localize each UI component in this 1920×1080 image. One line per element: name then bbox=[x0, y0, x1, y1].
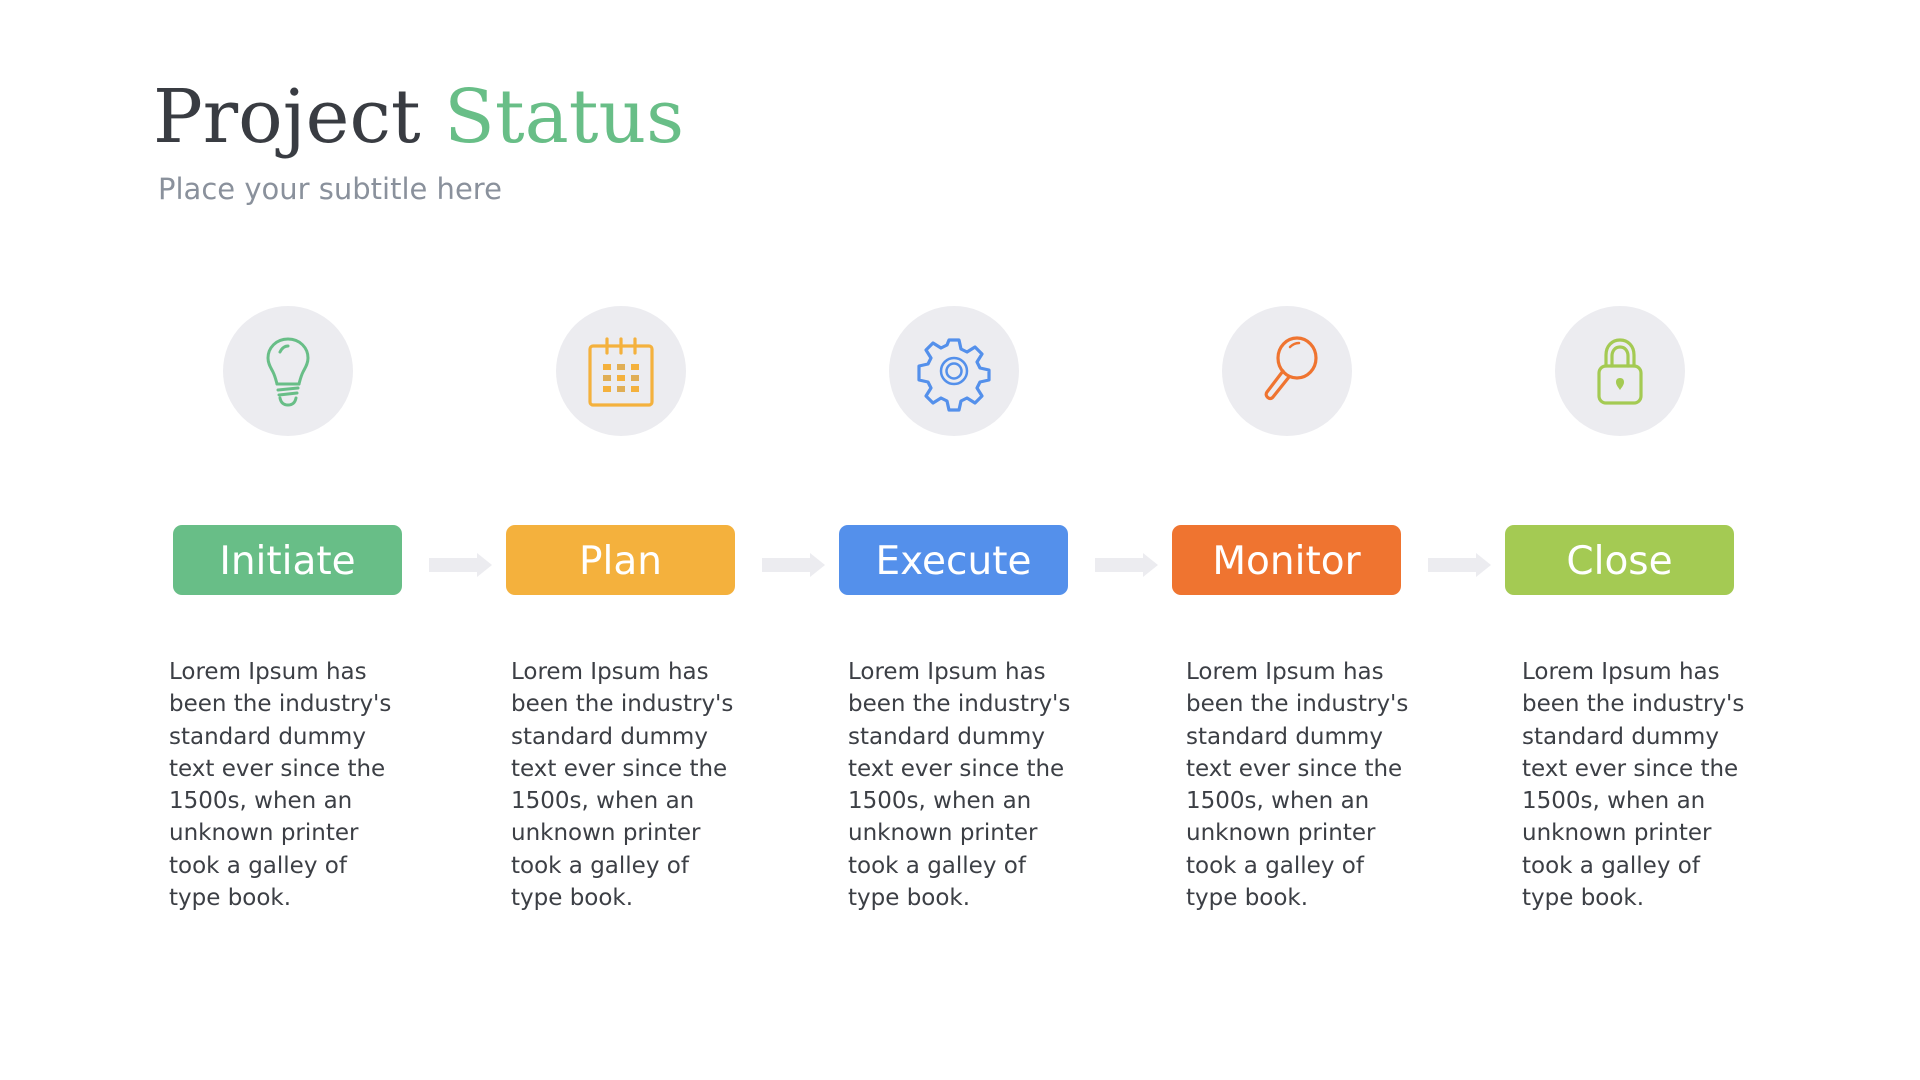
page-title: Project Status bbox=[153, 74, 684, 160]
stage-close[interactable]: Close bbox=[1505, 525, 1734, 595]
gear-icon bbox=[917, 338, 991, 412]
stage-initiate[interactable]: Initiate bbox=[173, 525, 402, 595]
description-line: been the industry's bbox=[1522, 691, 1745, 718]
lightbulb-icon bbox=[266, 337, 310, 407]
description-line: type book. bbox=[1522, 885, 1645, 912]
description-line: text ever since the bbox=[1186, 755, 1403, 782]
stage-description-execute: Lorem Ipsum has been the industry's standa… bbox=[848, 656, 1088, 914]
stage-description-initiate: Lorem Ipsum has been the industry's standa… bbox=[169, 656, 409, 914]
description-line: 1500s, when an bbox=[511, 788, 695, 815]
stage-icon-circle-close bbox=[1555, 306, 1685, 436]
magnifier-icon bbox=[1264, 336, 1318, 401]
stage-icon-circle-initiate bbox=[223, 306, 353, 436]
stage-plan[interactable]: Plan bbox=[506, 525, 735, 595]
stage-label: Monitor bbox=[1212, 538, 1361, 584]
description-line: type book. bbox=[169, 885, 292, 912]
arrow-right-icon bbox=[762, 553, 825, 577]
description-line: 1500s, when an bbox=[169, 788, 353, 815]
description-line: took a galley of bbox=[1522, 852, 1700, 879]
stage-execute[interactable]: Execute bbox=[839, 525, 1068, 595]
description-line: took a galley of bbox=[1186, 852, 1364, 879]
description-line: text ever since the bbox=[848, 755, 1065, 782]
description-line: Lorem Ipsum has bbox=[511, 659, 709, 685]
arrow-right-icon bbox=[1428, 553, 1491, 577]
lock-icon bbox=[1597, 338, 1643, 405]
stage-monitor[interactable]: Monitor bbox=[1172, 525, 1401, 595]
description-line: Lorem Ipsum has bbox=[848, 659, 1046, 685]
description-line: text ever since the bbox=[1522, 755, 1739, 782]
stage-label: Execute bbox=[875, 538, 1032, 584]
description-line: standard dummy bbox=[169, 723, 366, 750]
description-line: standard dummy bbox=[511, 723, 708, 750]
description-line: been the industry's bbox=[169, 691, 392, 718]
stage-icon-circle-plan bbox=[556, 306, 686, 436]
description-line: unknown printer bbox=[169, 820, 359, 847]
stage-label: Close bbox=[1566, 538, 1673, 584]
page-subtitle: Place your subtitle here bbox=[158, 172, 502, 206]
description-line: unknown printer bbox=[1186, 820, 1376, 847]
description-line: Lorem Ipsum has bbox=[1522, 659, 1720, 685]
stage-description-monitor: Lorem Ipsum has been the industry's standa… bbox=[1186, 656, 1426, 914]
description-line: unknown printer bbox=[848, 820, 1038, 847]
stage-icon-circle-execute bbox=[889, 306, 1019, 436]
description-line: unknown printer bbox=[511, 820, 701, 847]
title-accent: Status bbox=[444, 74, 685, 160]
description-line: been the industry's bbox=[848, 691, 1071, 718]
description-line: type book. bbox=[511, 885, 634, 912]
stage-label: Initiate bbox=[219, 538, 356, 584]
description-line: took a galley of bbox=[169, 852, 347, 879]
arrow-right-icon bbox=[1095, 553, 1158, 577]
description-line: text ever since the bbox=[169, 755, 386, 782]
description-line: unknown printer bbox=[1522, 820, 1712, 847]
stage-description-close: Lorem Ipsum has been the industry's standa… bbox=[1522, 656, 1762, 914]
description-line: type book. bbox=[848, 885, 971, 912]
arrow-right-icon bbox=[429, 553, 492, 577]
stage-label: Plan bbox=[579, 538, 662, 584]
calendar-icon bbox=[588, 337, 654, 407]
description-line: standard dummy bbox=[1522, 723, 1719, 750]
title-main: Project bbox=[153, 74, 421, 160]
stage-description-plan: Lorem Ipsum has been the industry's standa… bbox=[511, 656, 751, 914]
description-line: been the industry's bbox=[511, 691, 734, 718]
description-line: took a galley of bbox=[848, 852, 1026, 879]
stage-icon-circle-monitor bbox=[1222, 306, 1352, 436]
description-line: standard dummy bbox=[848, 723, 1045, 750]
description-line: type book. bbox=[1186, 885, 1309, 912]
description-line: 1500s, when an bbox=[1186, 788, 1370, 815]
description-line: 1500s, when an bbox=[1522, 788, 1706, 815]
description-line: been the industry's bbox=[1186, 691, 1409, 718]
description-line: text ever since the bbox=[511, 755, 728, 782]
description-line: Lorem Ipsum has bbox=[1186, 659, 1384, 685]
description-line: Lorem Ipsum has bbox=[169, 659, 367, 685]
description-line: 1500s, when an bbox=[848, 788, 1032, 815]
description-line: standard dummy bbox=[1186, 723, 1383, 750]
description-line: took a galley of bbox=[511, 852, 689, 879]
